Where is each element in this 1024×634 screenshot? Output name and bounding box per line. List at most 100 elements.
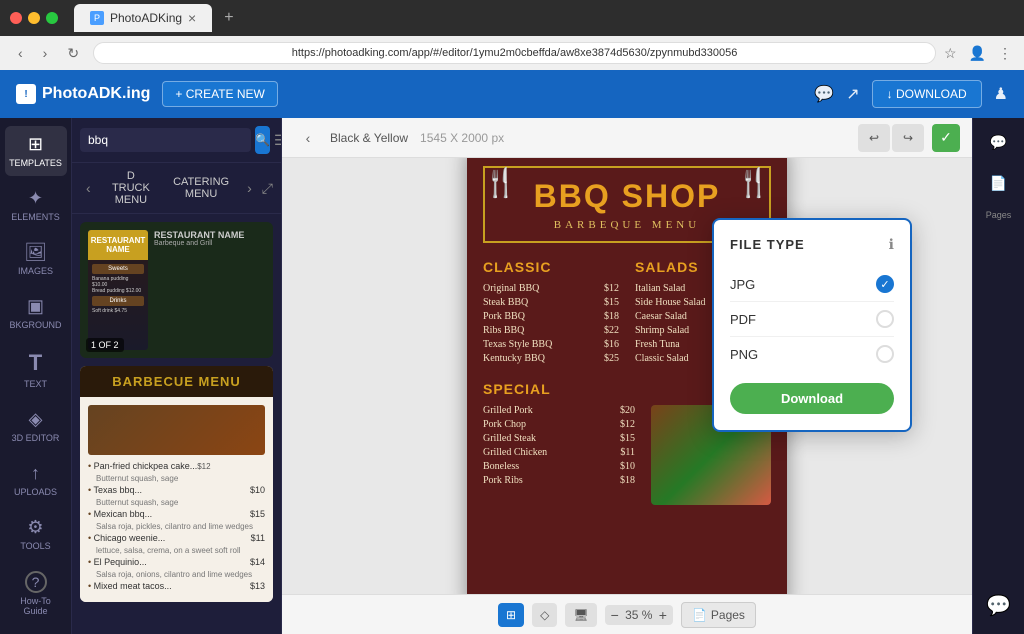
classic-item-5: Texas Style BBQ $16 — [483, 339, 619, 350]
popup-title: FILE TYPE — [730, 237, 805, 252]
radio-png[interactable] — [876, 345, 894, 363]
zoom-level: 35 % — [623, 608, 655, 622]
tab-catering-menu[interactable]: CATERING MENU — [165, 173, 237, 203]
grid-view-btn[interactable]: ⊞ — [498, 603, 524, 627]
create-new-button[interactable]: + CREATE NEW — [162, 81, 277, 107]
file-type-popup: FILE TYPE ℹ JPG ✓ PDF PNG — [712, 218, 912, 432]
fork-right-icon: 🍴 — [736, 166, 771, 200]
template-card-1[interactable]: RESTAURANTNAME Sweets Banana pudding $10… — [80, 222, 273, 358]
user-icon[interactable]: 👤 — [969, 45, 986, 62]
sidebar-item-templates[interactable]: ⊞ TEMPLATES — [5, 126, 67, 176]
tab-close-btn[interactable]: × — [188, 10, 196, 26]
zoom-in-button[interactable]: + — [659, 607, 667, 623]
new-tab-button[interactable]: + — [224, 9, 233, 27]
chess-icon-button[interactable]: ♟ — [994, 84, 1008, 104]
special-items: Grilled Pork $20 Pork Chop $12 Grilled S… — [483, 405, 635, 489]
sidebar-item-howto[interactable]: ? How-To Guide — [5, 563, 67, 624]
close-dot[interactable] — [10, 12, 22, 24]
pages-button[interactable]: 📄 Pages — [681, 602, 756, 628]
expand-panel-button[interactable]: ⤢ — [262, 180, 273, 197]
back-button[interactable]: ‹ — [12, 43, 29, 63]
templates-next-button[interactable]: › — [241, 178, 258, 198]
publish-button[interactable]: ✓ — [932, 124, 960, 152]
template2-item-2: • Texas bbq...$10 — [88, 485, 265, 495]
undo-redo-controls: ↩ ↪ — [858, 124, 924, 152]
sidebar-item-shortcuts[interactable]: ⌨ Shortcut Keys — [5, 624, 67, 634]
header-actions: 💬 ↗ ↓ DOWNLOAD ♟ — [814, 80, 1008, 108]
chat-icon-button[interactable]: 💬 — [814, 84, 834, 104]
redo-button[interactable]: ↪ — [892, 124, 924, 152]
special-item-6: Pork Ribs $18 — [483, 475, 635, 486]
download-action-button[interactable]: Download — [730, 383, 894, 414]
app-header: ! PhotoADK.ing + CREATE NEW 💬 ↗ ↓ DOWNLO… — [0, 70, 1024, 118]
special-item-2: Pork Chop $12 — [483, 419, 635, 430]
zoom-controls: − 35 % + — [605, 605, 673, 625]
search-input[interactable] — [80, 128, 251, 152]
sidebar-item-background[interactable]: ▣ BKGROUND — [5, 288, 67, 338]
refresh-button[interactable]: ↻ — [61, 43, 85, 64]
file-option-png[interactable]: PNG — [730, 337, 894, 371]
menu-title: BBQ SHOP — [495, 178, 759, 215]
page-indicator-1: 1 OF 2 — [86, 338, 124, 352]
grid-view-button[interactable]: ☰ — [274, 132, 282, 149]
right-bottom-icon[interactable]: 💬 — [978, 585, 1019, 626]
tab-d-truck-menu[interactable]: D TRUCK MENU — [101, 167, 161, 209]
radio-jpg[interactable]: ✓ — [876, 275, 894, 293]
template-tabs-nav: ‹ D TRUCK MENU CATERING MENU › ⤢ — [72, 163, 281, 214]
templates-prev-button[interactable]: ‹ — [80, 178, 97, 198]
undo-button[interactable]: ↩ — [858, 124, 890, 152]
sidebar-label-tools: TOOLS — [20, 541, 50, 551]
bottom-toolbar: ⊞ ◇ 🖥 − 35 % + 📄 Pages — [282, 594, 972, 634]
popup-header: FILE TYPE ℹ — [730, 236, 894, 253]
sidebar-item-images[interactable]: 🖼 IMAGES — [5, 234, 67, 284]
classic-column: CLASSIC Original BBQ $12 Steak BBQ $15 P… — [483, 259, 619, 367]
classic-item-6: Kentucky BBQ $25 — [483, 353, 619, 364]
template2-image — [88, 405, 265, 455]
address-bar[interactable]: https://photoadking.com/app/#/editor/1ym… — [93, 42, 936, 64]
right-chat-button[interactable]: 💬 — [982, 126, 1015, 159]
active-tab[interactable]: P PhotoADKing × — [74, 4, 212, 32]
radio-pdf[interactable] — [876, 310, 894, 328]
sidebar-bottom: ? How-To Guide ⌨ Shortcut Keys — [5, 563, 67, 634]
canvas-title: Black & Yellow — [330, 131, 408, 145]
monitor-btn[interactable]: 🖥 — [565, 603, 596, 627]
sidebar-item-elements[interactable]: ✦ ELEMENTS — [5, 180, 67, 230]
menu-icon[interactable]: ⋮ — [998, 45, 1012, 62]
file-option-jpg-label: JPG — [730, 277, 755, 292]
sidebar-item-uploads[interactable]: ↑ UPLOADS — [5, 455, 67, 505]
images-icon: 🖼 — [24, 242, 47, 263]
popup-info-icon[interactable]: ℹ — [889, 236, 894, 253]
shape-btn[interactable]: ◇ — [532, 603, 557, 627]
file-option-jpg[interactable]: JPG ✓ — [730, 267, 894, 302]
logo-icon: ! — [16, 84, 36, 104]
canvas-prev-button[interactable]: ‹ — [294, 124, 322, 152]
left-sidebar: ⊞ TEMPLATES ✦ ELEMENTS 🖼 IMAGES ▣ BKGROU… — [0, 118, 72, 634]
forward-button[interactable]: › — [37, 43, 54, 63]
app-logo: ! PhotoADK.ing — [16, 84, 150, 104]
sidebar-item-3deditor[interactable]: ◈ 3D EDITOR — [5, 401, 67, 451]
maximize-dot[interactable] — [46, 12, 58, 24]
zoom-out-button[interactable]: − — [611, 607, 619, 623]
browser-dots — [10, 12, 58, 24]
search-button[interactable]: 🔍 — [255, 126, 270, 154]
bookmark-icon[interactable]: ☆ — [944, 45, 957, 62]
file-option-pdf-label: PDF — [730, 312, 756, 327]
sidebar-label-3deditor: 3D EDITOR — [12, 433, 60, 443]
sidebar-item-text[interactable]: T TEXT — [5, 342, 67, 397]
logo-text: PhotoADK.ing — [42, 85, 150, 103]
file-option-pdf[interactable]: PDF — [730, 302, 894, 337]
minimize-dot[interactable] — [28, 12, 40, 24]
share-icon-button[interactable]: ↗ — [846, 84, 859, 104]
template2-item-5: • El Pequinio...$14 — [88, 557, 265, 567]
sidebar-label-uploads: UPLOADS — [14, 487, 57, 497]
right-pages-button[interactable]: 📄 — [982, 167, 1015, 200]
fork-left-icon: 🍴 — [483, 166, 518, 200]
tab-label: PhotoADKing — [110, 11, 182, 25]
template2-body: • Pan-fried chickpea cake...$12 Butternu… — [80, 397, 273, 602]
text-icon: T — [29, 350, 42, 376]
template-card-2[interactable]: BARBECUE MENU • Pan-fried chickpea cake.… — [80, 366, 273, 602]
templates-icon: ⊞ — [28, 134, 43, 155]
classic-title: CLASSIC — [483, 259, 619, 275]
download-button[interactable]: ↓ DOWNLOAD — [872, 80, 982, 108]
sidebar-item-tools[interactable]: ⚙ TOOLS — [5, 509, 67, 559]
